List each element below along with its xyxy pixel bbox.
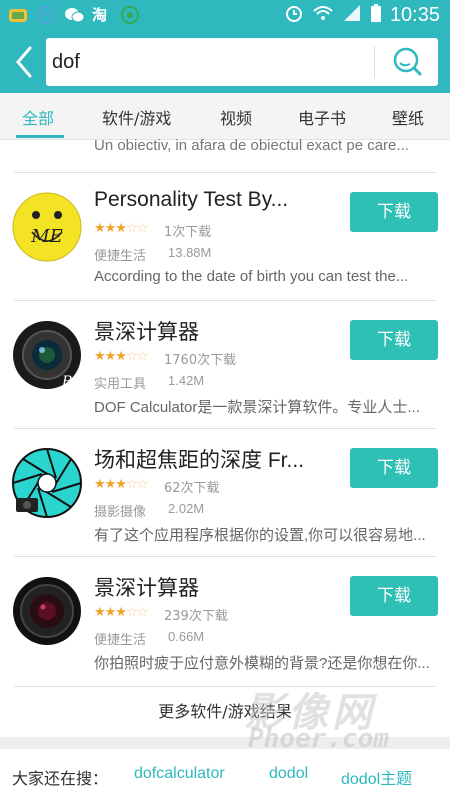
signal-icon: [342, 3, 362, 27]
tab-software-games[interactable]: 软件/游戏: [102, 105, 171, 129]
download-count: 62次下载: [164, 481, 220, 496]
search-box: [46, 38, 438, 86]
app-size: 1.42M: [168, 373, 205, 388]
clock-time: 10:35: [389, 3, 440, 26]
app-icon-dark-lens: [12, 576, 82, 646]
app-category: 摄影摄像: [94, 505, 147, 520]
list-item[interactable]: RG 景深计算器 ★★★☆☆ 1760次下载 实用工具 1.42M DOF Ca…: [0, 300, 450, 428]
divider: [14, 686, 436, 687]
app-name[interactable]: Personality Test By...: [94, 188, 330, 212]
more-results-link[interactable]: 更多软件/游戏结果: [0, 698, 450, 722]
app-description: 你拍照时疲于应付意外模糊的背景?还是你想在你...: [94, 655, 430, 672]
app-icon-aperture: [12, 448, 82, 518]
app-description: DOF Calculator是一款景深计算软件。专业人士...: [94, 399, 420, 416]
wifi-icon: [312, 3, 334, 27]
rating-stars: ★★★☆☆: [94, 349, 148, 364]
hot-search-keyword[interactable]: dodol: [269, 765, 308, 783]
app-icon: [120, 5, 140, 25]
alarm-icon: [284, 3, 304, 27]
rating-stars: ★★★☆☆: [94, 477, 148, 492]
download-button[interactable]: 下载: [350, 320, 438, 360]
search-divider: [374, 46, 375, 78]
taobao-icon: 淘: [92, 6, 108, 24]
previous-item-description: Un obiectiv, in afara de obiectul exact …: [94, 137, 409, 154]
app-category: 实用工具: [94, 377, 147, 392]
app-size: 2.02M: [168, 501, 205, 516]
hot-searches: 大家还在搜： dofcalculator dodol dodol主题: [0, 749, 450, 800]
cloud-icon: [36, 5, 56, 25]
search-input[interactable]: [52, 46, 372, 78]
app-description: According to the date of birth you can t…: [94, 268, 409, 285]
status-bar: 淘 10:35: [0, 0, 450, 32]
app-size: 13.88M: [168, 245, 212, 260]
list-item[interactable]: 场和超焦距的深度 Fr... ★★★☆☆ 62次下载 摄影摄像 2.02M 有了…: [0, 428, 450, 556]
rating-stars: ★★★☆☆: [94, 221, 148, 236]
download-button[interactable]: 下载: [350, 448, 438, 488]
tab-videos[interactable]: 视频: [220, 105, 252, 129]
back-button[interactable]: [10, 44, 40, 80]
list-item[interactable]: 景深计算器 ★★★☆☆ 239次下载 便捷生活 0.66M 你拍照时疲于应付意外…: [0, 556, 450, 684]
app-name[interactable]: 景深计算器: [94, 316, 330, 346]
app-category: 便捷生活: [94, 249, 147, 264]
hot-searches-label: 大家还在搜：: [12, 769, 109, 788]
hot-search-keyword[interactable]: dofcalculator: [134, 765, 225, 783]
app-description: 有了这个应用程序根据你的设置,你可以很容易地...: [94, 527, 426, 544]
rating-stars: ★★★☆☆: [94, 605, 148, 620]
app-name[interactable]: 场和超焦距的深度 Fr...: [94, 444, 330, 474]
download-count: 239次下载: [164, 609, 228, 624]
tab-ebooks[interactable]: 电子书: [298, 105, 346, 129]
search-icon: [393, 47, 422, 76]
active-tab-indicator: [16, 135, 64, 138]
svg-text:RG: RG: [61, 374, 82, 390]
chevron-left-icon: [16, 46, 32, 78]
app-name[interactable]: 景深计算器: [94, 572, 330, 602]
category-tabs: 全部 软件/游戏 视频 电子书 壁纸: [0, 93, 450, 140]
notification-app-icon: [8, 5, 28, 25]
app-icon-lens: RG: [12, 320, 84, 390]
section-gap: [0, 737, 450, 749]
battery-icon: [370, 3, 382, 27]
list-item[interactable]: ME Personality Test By... ★★★☆☆ 1次下载 便捷生…: [0, 172, 450, 300]
header-bar: 淘 10:35: [0, 0, 450, 93]
tab-all[interactable]: 全部: [22, 105, 54, 129]
app-size: 0.66M: [168, 629, 205, 644]
download-count: 1次下载: [164, 225, 212, 240]
download-count: 1760次下载: [164, 353, 237, 368]
search-button[interactable]: [382, 44, 432, 80]
hot-search-keyword[interactable]: dodol主题: [341, 765, 412, 789]
download-button[interactable]: 下载: [350, 192, 438, 232]
tab-wallpapers[interactable]: 壁纸: [392, 105, 424, 129]
download-button[interactable]: 下载: [350, 576, 438, 616]
app-category: 便捷生活: [94, 633, 147, 648]
app-icon-personality: ME: [12, 192, 82, 262]
wechat-icon: [64, 5, 85, 25]
